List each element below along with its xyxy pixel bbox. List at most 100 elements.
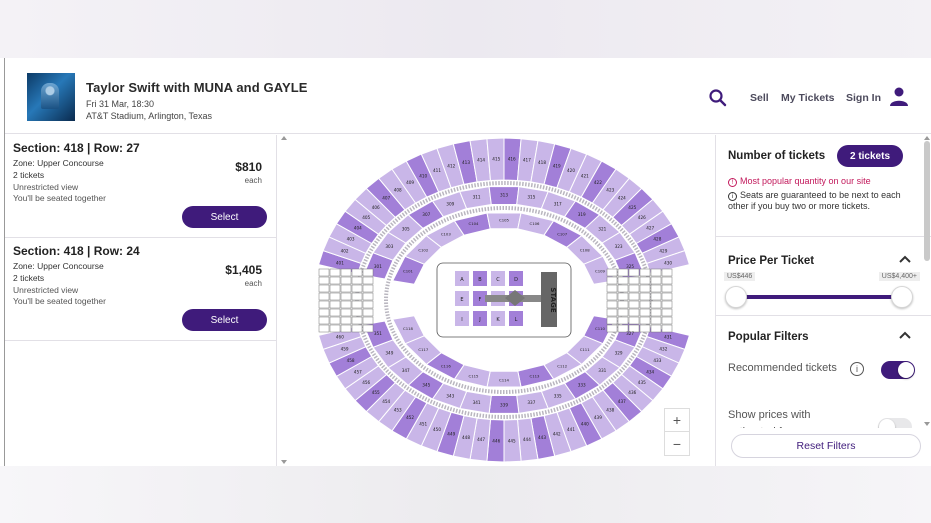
end-zone-section[interactable] — [340, 292, 352, 301]
end-zone-section[interactable] — [351, 268, 363, 277]
sign-in-link[interactable]: Sign In — [846, 92, 881, 104]
chevron-up-icon[interactable] — [899, 329, 911, 341]
end-zone-section[interactable] — [329, 300, 341, 309]
end-zone-section[interactable] — [628, 292, 640, 301]
end-zone-section[interactable] — [606, 316, 618, 325]
end-zone-section[interactable] — [318, 284, 330, 293]
end-zone-section[interactable] — [661, 316, 673, 325]
end-zone-section[interactable] — [606, 292, 618, 301]
seat-map[interactable]: 401 402 403 404 405 406 407 408 409 410 411 412 413 4… — [289, 135, 715, 466]
end-zone-section[interactable] — [617, 300, 629, 309]
end-zone-section[interactable] — [661, 308, 673, 317]
end-zone-section[interactable] — [351, 316, 363, 325]
filters-scrollbar[interactable] — [922, 135, 931, 466]
end-zone-section[interactable] — [318, 324, 330, 333]
end-zone-section[interactable] — [617, 316, 629, 325]
user-icon[interactable] — [888, 85, 910, 107]
end-zone-section[interactable] — [661, 300, 673, 309]
end-zone-section[interactable] — [340, 324, 352, 333]
end-zone-section[interactable] — [639, 276, 651, 285]
my-tickets-link[interactable]: My Tickets — [781, 92, 835, 104]
end-zone-section[interactable] — [639, 268, 651, 277]
stadium-map[interactable]: 401 402 403 404 405406407 408 409 410 411 412 413 4… — [289, 135, 715, 466]
search-icon[interactable] — [708, 88, 728, 108]
end-zone-section[interactable] — [340, 268, 352, 277]
end-zone-section[interactable] — [329, 308, 341, 317]
end-zone-section[interactable] — [606, 284, 618, 293]
end-zone-section[interactable] — [606, 308, 618, 317]
end-zone-section[interactable] — [661, 324, 673, 333]
listing-card[interactable]: Section: 418 | Row: 24 Zone: Upper Conco… — [5, 238, 276, 341]
zoom-out-button[interactable]: − — [665, 432, 689, 455]
sell-link[interactable]: Sell — [750, 92, 769, 104]
end-zone-section[interactable] — [650, 308, 662, 317]
end-zone-section[interactable] — [362, 276, 374, 285]
end-zone-section[interactable] — [617, 276, 629, 285]
chevron-up-icon[interactable] — [899, 253, 911, 265]
end-zone-section[interactable] — [661, 276, 673, 285]
end-zone-section[interactable] — [628, 268, 640, 277]
end-zone-section[interactable] — [340, 308, 352, 317]
end-zone-section[interactable] — [650, 284, 662, 293]
end-zone-section[interactable] — [351, 276, 363, 285]
end-zone-section[interactable] — [340, 316, 352, 325]
end-zone-section[interactable] — [639, 284, 651, 293]
end-zone-section[interactable] — [628, 308, 640, 317]
end-zone-section[interactable] — [606, 276, 618, 285]
end-zone-section[interactable] — [329, 276, 341, 285]
end-zone-section[interactable] — [318, 292, 330, 301]
end-zone-section[interactable] — [340, 276, 352, 285]
end-zone-section[interactable] — [639, 292, 651, 301]
end-zone-section[interactable] — [639, 308, 651, 317]
end-zone-section[interactable] — [628, 284, 640, 293]
end-zone-section[interactable] — [329, 324, 341, 333]
end-zone-section[interactable] — [362, 292, 374, 301]
end-zone-section[interactable] — [617, 292, 629, 301]
end-zone-section[interactable] — [617, 284, 629, 293]
select-button[interactable]: Select — [182, 309, 267, 331]
end-zone-section[interactable] — [362, 284, 374, 293]
listings-scrollbar[interactable] — [280, 135, 288, 466]
end-zone-section[interactable] — [362, 268, 374, 277]
listing-card[interactable]: Section: 418 | Row: 27 Zone: Upper Conco… — [5, 135, 276, 238]
end-zone-section[interactable] — [351, 284, 363, 293]
end-zone-section[interactable] — [329, 284, 341, 293]
price-range-track[interactable] — [736, 295, 902, 299]
end-zone-section[interactable] — [318, 308, 330, 317]
end-zone-section[interactable] — [351, 308, 363, 317]
end-zone-section[interactable] — [362, 324, 374, 333]
end-zone-section[interactable] — [329, 292, 341, 301]
reset-filters-button[interactable]: Reset Filters — [731, 434, 921, 458]
end-zone-section[interactable] — [639, 300, 651, 309]
end-zone-section[interactable] — [650, 316, 662, 325]
end-zone-section[interactable] — [351, 292, 363, 301]
end-zone-section[interactable] — [639, 316, 651, 325]
end-zone-section[interactable] — [650, 324, 662, 333]
end-zone-section[interactable] — [650, 300, 662, 309]
select-button[interactable]: Select — [182, 206, 267, 228]
end-zone-section[interactable] — [661, 268, 673, 277]
end-zone-section[interactable] — [362, 300, 374, 309]
end-zone-section[interactable] — [351, 300, 363, 309]
end-zone-section[interactable] — [318, 276, 330, 285]
end-zone-section[interactable] — [606, 324, 618, 333]
end-zone-section[interactable] — [650, 268, 662, 277]
end-zone-section[interactable] — [318, 316, 330, 325]
end-zone-section[interactable] — [318, 268, 330, 277]
end-zone-section[interactable] — [362, 308, 374, 317]
end-zone-section[interactable] — [606, 268, 618, 277]
end-zone-section[interactable] — [628, 316, 640, 325]
end-zone-section[interactable] — [650, 276, 662, 285]
end-zone-section[interactable] — [318, 300, 330, 309]
end-zone-section[interactable] — [628, 276, 640, 285]
end-zone-section[interactable] — [617, 268, 629, 277]
zoom-in-button[interactable]: + — [665, 409, 689, 432]
end-zone-section[interactable] — [351, 324, 363, 333]
end-zone-section[interactable] — [329, 316, 341, 325]
info-icon[interactable]: i — [850, 362, 864, 376]
end-zone-section[interactable] — [639, 324, 651, 333]
price-max-handle[interactable] — [891, 286, 913, 308]
end-zone-section[interactable] — [661, 292, 673, 301]
ticket-count-button[interactable]: 2 tickets — [837, 145, 903, 167]
end-zone-section[interactable] — [617, 308, 629, 317]
